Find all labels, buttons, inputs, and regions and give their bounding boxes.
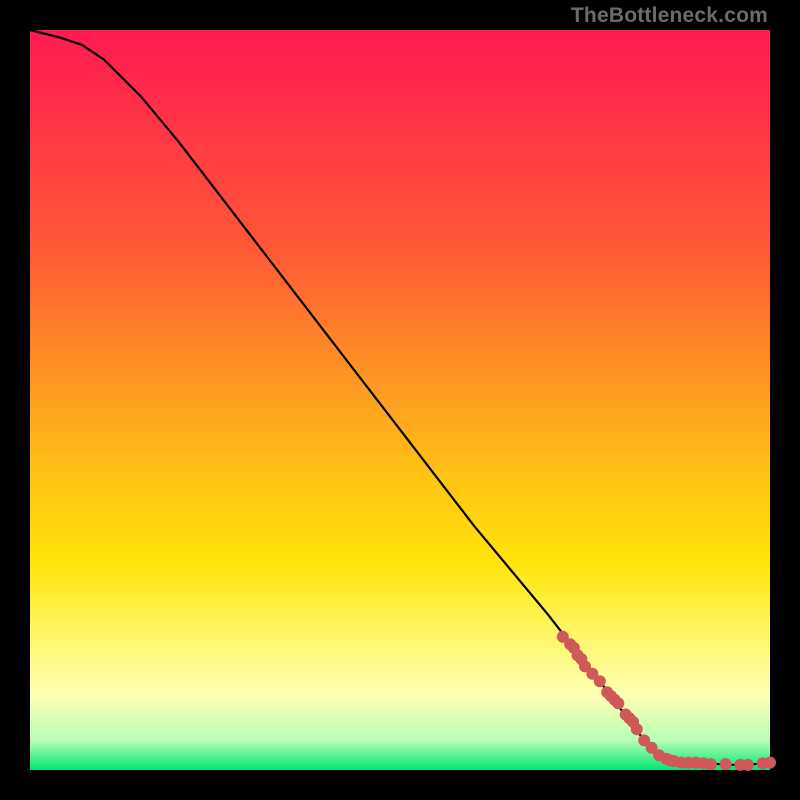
watermark-text: TheBottleneck.com [571,4,768,28]
data-point [742,759,754,771]
data-point [594,675,606,687]
data-point [720,758,732,770]
marker-group [557,631,776,771]
data-point [631,723,643,735]
bottleneck-curve [30,30,770,765]
curve-layer [30,30,770,770]
data-point [612,697,624,709]
plot-area [30,30,770,770]
chart-frame: TheBottleneck.com [0,0,800,800]
data-point [764,757,776,769]
data-point [705,758,717,770]
